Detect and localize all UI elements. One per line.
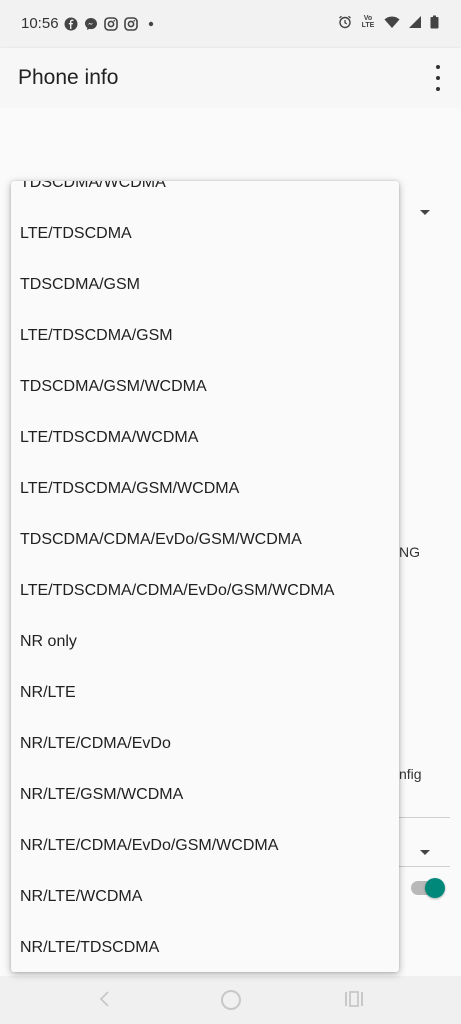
dropdown-item[interactable]: LTE/TDSCDMA	[11, 208, 399, 259]
dropdown-item[interactable]: NR/LTE	[11, 667, 399, 718]
dropdown-item[interactable]: LTE/TDSCDMA/WCDMA	[11, 412, 399, 463]
volte-icon: Vo LTE	[360, 15, 376, 29]
volte-label-top: Vo	[363, 15, 373, 22]
dropdown-list: TDSCDMA/WCDMA LTE/TDSCDMA TDSCDMA/GSM LT…	[11, 181, 399, 972]
volte-label-bottom: LTE	[361, 22, 375, 29]
dropdown-item[interactable]: NR/LTE/TDSCDMA	[11, 922, 399, 972]
spinner-arrow-icon[interactable]	[420, 850, 430, 855]
dropdown-item[interactable]: NR/LTE/GSM/WCDMA	[11, 769, 399, 820]
dropdown-item[interactable]: NR/LTE/WCDMA	[11, 871, 399, 922]
status-time: 10:56	[21, 15, 59, 32]
home-icon[interactable]	[221, 990, 241, 1010]
toggle-switch[interactable]	[425, 878, 445, 898]
recents-icon[interactable]	[344, 990, 364, 1008]
notification-icons	[64, 17, 158, 31]
instagram-icon	[124, 17, 138, 31]
facebook-icon	[64, 17, 78, 31]
signal-icon	[408, 15, 422, 29]
dropdown-item[interactable]: LTE/TDSCDMA/CDMA/EvDo/GSM/WCDMA	[11, 565, 399, 616]
divider	[399, 817, 450, 818]
overflow-menu-icon[interactable]	[429, 65, 447, 91]
dropdown-item[interactable]: TDSCDMA/WCDMA	[11, 181, 399, 208]
spinner-arrow-icon[interactable]	[420, 210, 430, 215]
system-icons: Vo LTE	[338, 15, 439, 29]
divider	[399, 866, 450, 867]
dropdown-item[interactable]: TDSCDMA/CDMA/EvDo/GSM/WCDMA	[11, 514, 399, 565]
dot-icon	[144, 17, 158, 31]
page-title: Phone info	[18, 66, 119, 89]
partial-config-text[interactable]: nfig	[399, 766, 422, 782]
dropdown-item[interactable]: LTE/TDSCDMA/GSM	[11, 310, 399, 361]
dropdown-item[interactable]: NR/LTE/CDMA/EvDo	[11, 718, 399, 769]
back-icon[interactable]	[96, 990, 114, 1008]
status-bar: 10:56 Vo LTE	[0, 0, 461, 48]
dropdown-item[interactable]: NR only	[11, 616, 399, 667]
dropdown-item[interactable]: TDSCDMA/GSM/WCDMA	[11, 361, 399, 412]
messenger-icon	[84, 17, 98, 31]
dropdown-item[interactable]: TDSCDMA/GSM	[11, 259, 399, 310]
wifi-icon	[384, 15, 400, 29]
partial-status-text: NG	[399, 544, 420, 560]
instagram-icon	[104, 17, 118, 31]
network-type-dropdown[interactable]: TDSCDMA/WCDMA LTE/TDSCDMA TDSCDMA/GSM LT…	[11, 181, 399, 972]
battery-icon	[430, 15, 439, 29]
alarm-icon	[338, 15, 352, 29]
dropdown-item[interactable]: NR/LTE/CDMA/EvDo/GSM/WCDMA	[11, 820, 399, 871]
dropdown-item[interactable]: LTE/TDSCDMA/GSM/WCDMA	[11, 463, 399, 514]
app-bar: Phone info	[0, 48, 461, 108]
